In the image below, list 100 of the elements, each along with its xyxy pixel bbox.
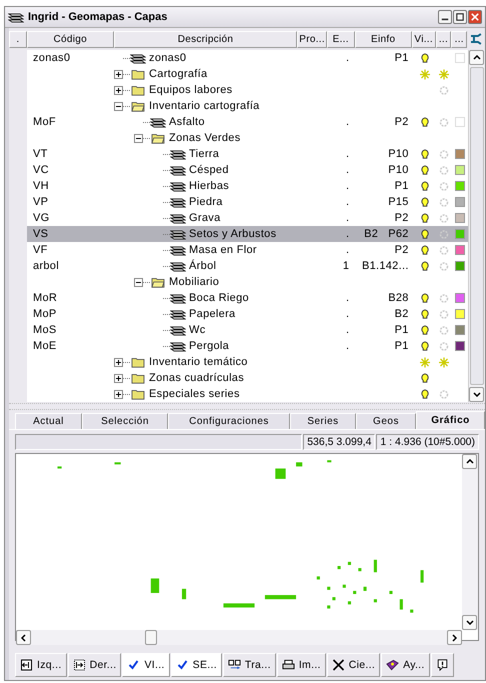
tree-row[interactable]: Especiales series bbox=[27, 386, 468, 402]
color-swatch[interactable] bbox=[455, 229, 466, 239]
tree-row[interactable]: VP Piedra . P15 bbox=[27, 194, 468, 210]
lightbulb-icon[interactable] bbox=[420, 164, 430, 176]
tree-row[interactable]: Inventario cartografía bbox=[27, 98, 468, 114]
column-header[interactable]: Código bbox=[26, 31, 114, 48]
expander-icon[interactable] bbox=[114, 102, 124, 110]
color-swatch[interactable] bbox=[455, 213, 466, 223]
expander-icon[interactable] bbox=[114, 374, 124, 382]
toolbar-button[interactable]: Der... bbox=[68, 653, 122, 677]
checkbox[interactable] bbox=[455, 53, 466, 63]
color-swatch[interactable] bbox=[455, 293, 466, 303]
tree-row[interactable]: VS Setos y Arbustos . B2 P62 bbox=[27, 226, 468, 242]
close-button[interactable] bbox=[468, 10, 482, 24]
scroll-up-button[interactable] bbox=[462, 454, 477, 469]
expander-icon[interactable] bbox=[134, 278, 144, 286]
lightbulb-icon[interactable] bbox=[420, 148, 430, 160]
lightbulb-icon[interactable] bbox=[420, 180, 430, 192]
tree-row[interactable]: MoS Wc . P1 bbox=[27, 322, 468, 338]
color-swatch[interactable] bbox=[455, 245, 466, 255]
toolbar-button[interactable]: Ay... bbox=[381, 653, 430, 677]
minimize-button[interactable] bbox=[438, 10, 452, 24]
tree-row[interactable]: Cartografía bbox=[27, 66, 468, 82]
lightbulb-icon[interactable] bbox=[420, 340, 430, 352]
scroll-down-button[interactable] bbox=[469, 387, 484, 402]
column-header[interactable]: Vi... bbox=[412, 31, 436, 48]
column-header[interactable]: ... bbox=[451, 31, 468, 48]
tree-row[interactable]: MoP Papelera . B2 bbox=[27, 306, 468, 322]
asterisk-icon[interactable] bbox=[420, 356, 430, 368]
lightbulb-icon[interactable] bbox=[420, 292, 430, 304]
tree-row[interactable]: VF Masa en Flor . P2 bbox=[27, 242, 468, 258]
asterisk-icon[interactable] bbox=[420, 68, 430, 80]
toolbar-button[interactable]: SE... bbox=[170, 653, 222, 677]
column-header[interactable]: E... bbox=[326, 31, 355, 48]
color-swatch[interactable] bbox=[455, 261, 466, 271]
asterisk-icon[interactable] bbox=[439, 356, 450, 368]
tab[interactable]: Actual bbox=[15, 413, 82, 429]
column-header[interactable]: . bbox=[9, 31, 27, 48]
scroll-left-button[interactable] bbox=[16, 630, 31, 646]
scroll-down-button[interactable] bbox=[462, 615, 477, 630]
vertical-scrollbar[interactable] bbox=[468, 50, 485, 402]
column-header[interactable]: Einfo bbox=[354, 31, 412, 48]
tab[interactable]: Series bbox=[290, 413, 356, 429]
asterisk-icon[interactable] bbox=[439, 68, 450, 80]
color-swatch[interactable] bbox=[455, 149, 466, 159]
tree-row[interactable]: VG Grava . P2 bbox=[27, 210, 468, 226]
tree-row[interactable]: Mobiliario bbox=[27, 274, 468, 290]
color-swatch[interactable] bbox=[455, 181, 466, 191]
column-header[interactable]: Descripción bbox=[114, 31, 298, 48]
tree-row[interactable]: MoF Asfalto . P2 bbox=[27, 114, 468, 130]
tree-row[interactable]: Equipos labores bbox=[27, 82, 468, 98]
expander-icon[interactable] bbox=[114, 358, 124, 366]
toolbar-button[interactable]: Im... bbox=[276, 653, 326, 677]
lightbulb-icon[interactable] bbox=[420, 196, 430, 208]
lightbulb-icon[interactable] bbox=[420, 372, 430, 384]
horizontal-scrollbar[interactable] bbox=[16, 630, 462, 646]
tab[interactable]: Configuraciones bbox=[168, 413, 290, 429]
toolbar-button[interactable]: Izq... bbox=[15, 653, 67, 677]
lightbulb-icon[interactable] bbox=[420, 52, 430, 64]
tree-row[interactable]: VT Tierra . P10 bbox=[27, 146, 468, 162]
toolbar-button[interactable] bbox=[430, 653, 454, 677]
toolbar-button[interactable]: Tra... bbox=[222, 653, 276, 677]
color-swatch[interactable] bbox=[455, 309, 466, 319]
tree-row[interactable]: Inventario temático bbox=[27, 354, 468, 370]
tree-row[interactable]: VH Hierbas . P1 bbox=[27, 178, 468, 194]
tree-row[interactable]: MoR Boca Riego . B28 bbox=[27, 290, 468, 306]
expander-icon[interactable] bbox=[134, 134, 144, 142]
toolbar-button[interactable]: Cie... bbox=[326, 653, 380, 677]
lightbulb-icon[interactable] bbox=[420, 260, 430, 272]
tree-row[interactable]: Zonas Verdes bbox=[27, 130, 468, 146]
color-swatch[interactable] bbox=[455, 325, 466, 335]
scroll-thumb[interactable] bbox=[145, 630, 157, 646]
expander-icon[interactable] bbox=[114, 390, 124, 398]
vertical-scrollbar[interactable] bbox=[462, 454, 478, 630]
scroll-right-button[interactable] bbox=[447, 630, 462, 646]
tab[interactable]: Selección bbox=[82, 413, 168, 429]
lightbulb-icon[interactable] bbox=[420, 116, 430, 128]
color-swatch[interactable] bbox=[455, 197, 466, 207]
tree-row[interactable]: MoE Pergola . P1 bbox=[27, 338, 468, 354]
scroll-up-button[interactable] bbox=[469, 50, 484, 65]
lightbulb-icon[interactable] bbox=[420, 212, 430, 224]
tree-row[interactable]: arbol Árbol 1 B1.142... bbox=[27, 258, 468, 274]
tree-row[interactable]: Zonas cuadrículas bbox=[27, 370, 468, 386]
color-swatch[interactable] bbox=[455, 341, 466, 351]
toolbar-button[interactable]: VI... bbox=[122, 653, 170, 677]
lightbulb-icon[interactable] bbox=[420, 388, 430, 400]
column-header[interactable]: ... bbox=[436, 31, 452, 48]
expander-icon[interactable] bbox=[114, 70, 124, 78]
lightbulb-icon[interactable] bbox=[420, 308, 430, 320]
maximize-button[interactable] bbox=[453, 10, 467, 24]
lightbulb-icon[interactable] bbox=[420, 244, 430, 256]
lightbulb-icon[interactable] bbox=[420, 324, 430, 336]
tree-row[interactable]: zonas0 zonas0 . P1 bbox=[27, 50, 468, 66]
tab[interactable]: Gráfico bbox=[416, 411, 485, 429]
tree-row[interactable]: VC Césped . P10 bbox=[27, 162, 468, 178]
column-header[interactable]: Pro... bbox=[297, 31, 327, 48]
color-swatch[interactable] bbox=[455, 165, 466, 175]
scroll-thumb[interactable] bbox=[470, 67, 484, 385]
checkbox[interactable] bbox=[455, 117, 466, 127]
tab[interactable]: Geos bbox=[356, 413, 416, 429]
